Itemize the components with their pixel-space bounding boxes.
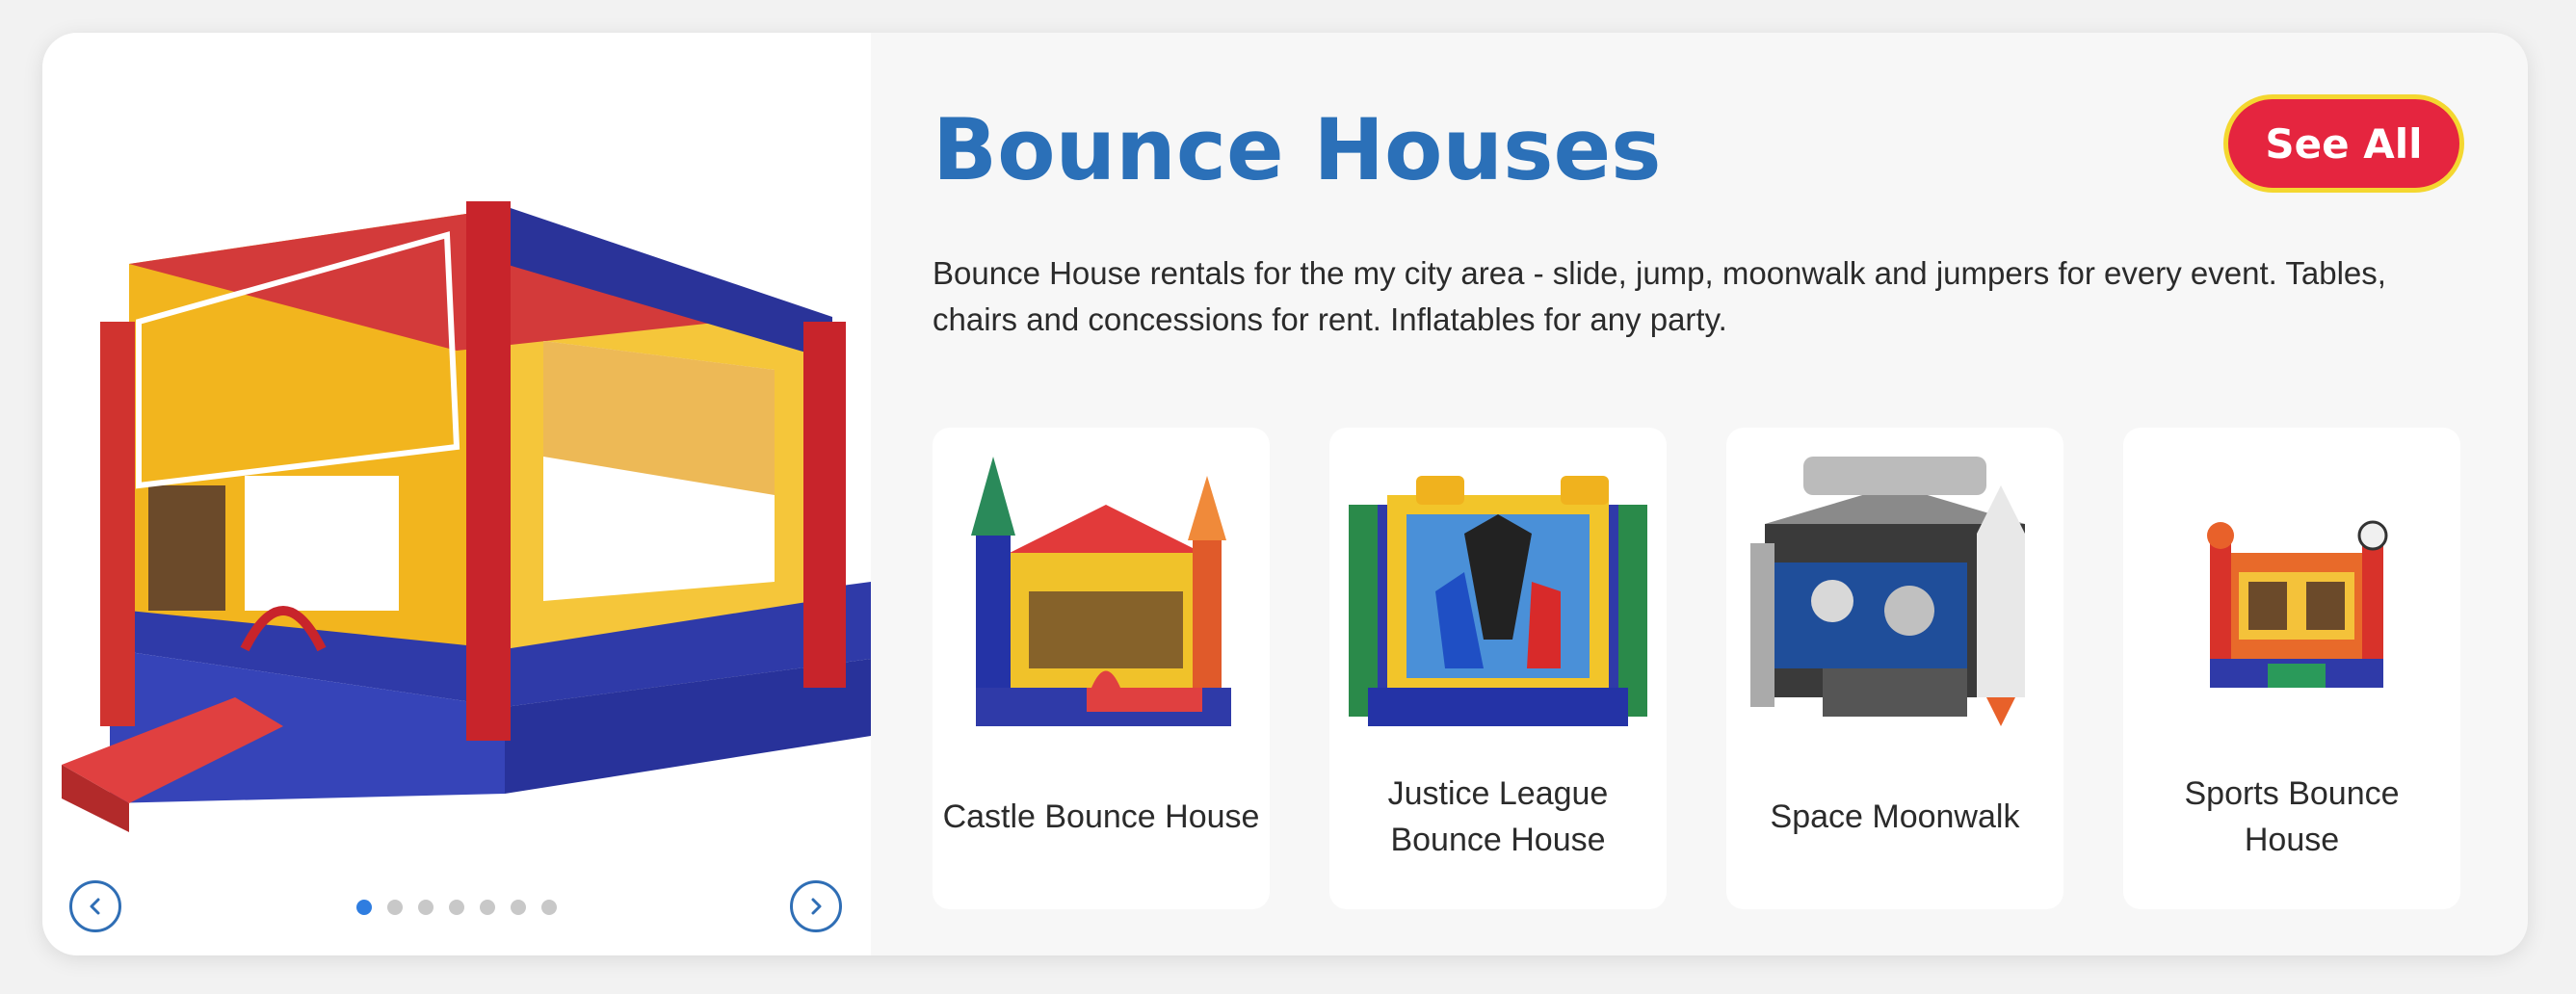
carousel-dot-7[interactable]	[541, 900, 557, 915]
hero-bounce-house-image[interactable]	[42, 33, 871, 900]
carousel-dot-1[interactable]	[356, 900, 372, 915]
hero-carousel	[42, 33, 871, 955]
carousel-prev-button[interactable]	[69, 880, 121, 932]
product-name: Castle Bounce House	[942, 798, 1260, 835]
section-title: Bounce Houses	[933, 100, 1662, 199]
justice-league-bounce-house-image	[1349, 476, 1647, 726]
carousel-dot-6[interactable]	[511, 900, 526, 915]
bounce-houses-card: Bounce Houses See All Bounce House renta…	[42, 33, 2528, 955]
carousel-dot-2[interactable]	[387, 900, 403, 915]
carousel-next-button[interactable]	[790, 880, 842, 932]
castle-bounce-house-image	[971, 457, 1231, 726]
carousel-dot-4[interactable]	[449, 900, 464, 915]
product-name: Space Moonwalk	[1770, 798, 2020, 835]
category-details: Bounce Houses See All Bounce House renta…	[871, 33, 2528, 955]
see-all-button[interactable]: See All	[2223, 94, 2464, 193]
section-description: Bounce House rentals for the my city are…	[933, 255, 2386, 337]
product-list: Castle Bounce House Justice League Bounc…	[933, 428, 2464, 948]
space-moonwalk-image	[1750, 457, 2025, 726]
product-card-space-moonwalk[interactable]: Space Moonwalk	[1726, 428, 2063, 909]
chevron-left-icon	[90, 898, 100, 915]
product-name: Sports Bounce House	[2184, 775, 2400, 858]
carousel-dots	[356, 900, 557, 915]
carousel-dot-5[interactable]	[480, 900, 495, 915]
chevron-right-icon	[811, 898, 822, 915]
product-card-castle[interactable]: Castle Bounce House	[933, 428, 1270, 909]
product-card-justice-league[interactable]: Justice League Bounce House	[1329, 428, 1667, 909]
product-card-sports[interactable]: Sports Bounce House	[2123, 428, 2460, 909]
product-name: Justice League Bounce House	[1387, 775, 1609, 858]
sports-bounce-house-image	[2207, 520, 2388, 688]
carousel-dot-3[interactable]	[418, 900, 434, 915]
